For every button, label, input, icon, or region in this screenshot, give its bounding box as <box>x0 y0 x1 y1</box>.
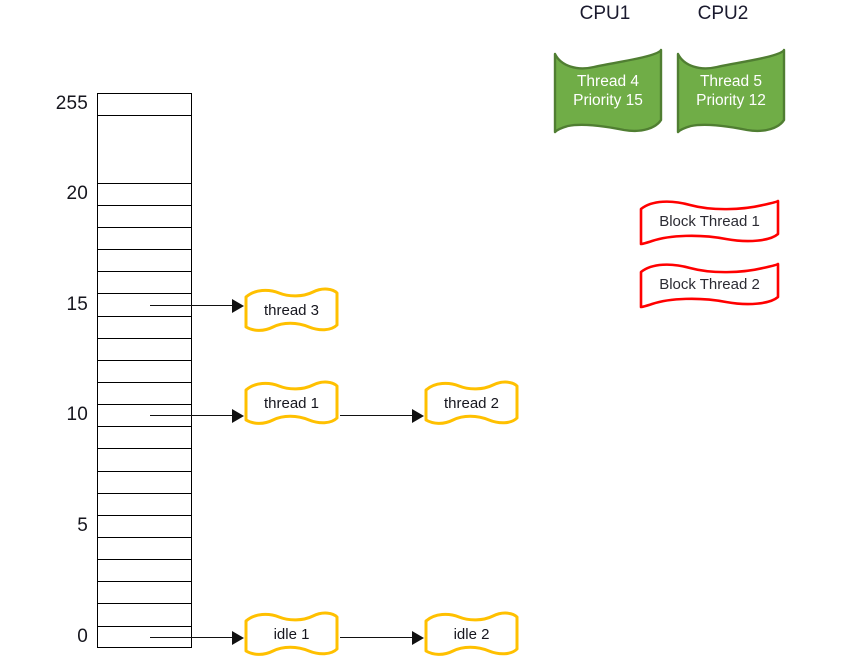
priority-label-255: 255 <box>55 93 88 115</box>
priority-row <box>98 361 191 383</box>
flag-thread-1[interactable]: thread 1 <box>243 379 340 427</box>
priority-levels-table <box>97 93 192 648</box>
priority-row <box>98 206 191 228</box>
priority-row <box>98 538 191 561</box>
priority-row <box>98 449 191 472</box>
priority-row <box>98 560 191 583</box>
priority-row <box>98 339 191 361</box>
priority-row <box>98 184 191 206</box>
priority-row <box>98 383 191 406</box>
priority-row <box>98 494 191 516</box>
priority-label-20: 20 <box>66 182 88 204</box>
priority-row <box>98 582 191 605</box>
priority-row <box>98 272 191 295</box>
flag-block-thread-1[interactable]: Block Thread 1 <box>638 197 781 247</box>
diagram-canvas: 255 20 15 10 5 0 thread 3 thread 1 thread 2 i… <box>0 0 865 668</box>
priority-row <box>98 472 191 494</box>
flag-thread-2[interactable]: thread 2 <box>423 379 520 427</box>
connector-line <box>150 305 233 306</box>
cpu1-title: CPU1 <box>579 3 631 24</box>
flag-thread-3[interactable]: thread 3 <box>243 286 340 334</box>
priority-row <box>98 405 191 428</box>
flag-block-thread-2[interactable]: Block Thread 2 <box>638 260 781 310</box>
connector-line <box>340 637 413 638</box>
priority-row <box>98 427 191 450</box>
connector-line <box>340 415 413 416</box>
priority-row <box>98 317 191 339</box>
priority-row <box>98 94 191 117</box>
priority-row <box>98 116 191 184</box>
priority-label-0: 0 <box>77 625 88 647</box>
flag-cpu2-running-thread[interactable]: Thread 5 Priority 12 <box>675 40 787 135</box>
priority-label-10: 10 <box>66 404 88 426</box>
connector-line <box>150 637 233 638</box>
flag-idle-2[interactable]: idle 2 <box>423 610 520 658</box>
priority-row <box>98 604 191 627</box>
flag-idle-1[interactable]: idle 1 <box>243 610 340 658</box>
cpu2-title: CPU2 <box>697 3 749 24</box>
connector-line <box>150 415 233 416</box>
priority-label-5: 5 <box>77 515 88 537</box>
priority-row <box>98 250 191 273</box>
flag-cpu1-running-thread[interactable]: Thread 4 Priority 15 <box>552 40 664 135</box>
priority-row <box>98 516 191 538</box>
priority-row <box>98 228 191 251</box>
priority-label-15: 15 <box>66 293 88 315</box>
